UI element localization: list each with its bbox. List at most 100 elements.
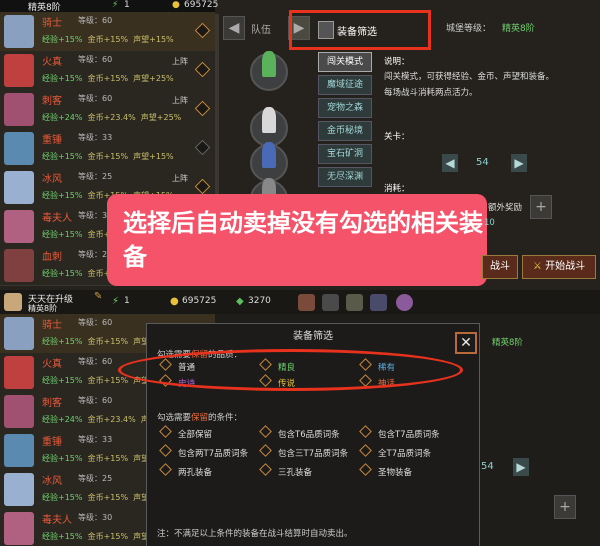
mode-button[interactable]: 魔域征途: [318, 75, 372, 95]
hero-name: 骑士: [42, 18, 62, 29]
condition-option[interactable]: 两孔装备: [159, 463, 212, 478]
filter-icon[interactable]: [370, 294, 387, 311]
top-header-bar: 精英8阶 ⚡ 1 ● 695725: [0, 0, 219, 13]
mode-button[interactable]: 金币秘境: [318, 121, 372, 141]
extra-reward-label: 额外奖励: [488, 203, 523, 213]
castle-level-value: 精英8阶: [492, 338, 523, 348]
team-tab[interactable]: 队伍: [251, 21, 271, 36]
checkbox-diamond-icon: [159, 425, 172, 438]
checkbox-diamond-icon: [359, 425, 372, 438]
team-slot[interactable]: [250, 142, 288, 182]
hero-status: 上阵: [172, 57, 188, 66]
color-wheel-icon[interactable]: [396, 294, 413, 311]
hero-level: 等级：60: [78, 318, 113, 327]
hero-portrait: [4, 54, 34, 87]
gold-coin-icon: ●: [172, 0, 180, 10]
back-nav-button[interactable]: ◀: [223, 16, 245, 40]
hero-portrait: [4, 249, 34, 282]
mode-button[interactable]: 宠物之森: [318, 98, 372, 118]
gold-count: 695725: [184, 0, 219, 10]
hero-portrait: [4, 171, 34, 204]
hero-status: 上阵: [172, 96, 188, 105]
hero-row[interactable]: 骑士 等级：60 经验+15% 金币+15% 声望+15%: [0, 12, 215, 52]
condition-option[interactable]: 包含两T7品质词条: [159, 444, 248, 459]
checkbox-diamond-icon: [259, 444, 272, 457]
consume-value: 10: [484, 218, 495, 228]
condition-option[interactable]: 全T7品质词条: [359, 444, 431, 459]
hero-portrait: [4, 434, 34, 467]
hero-row[interactable]: 刺客 等级：60 经验+24% 金币+23.4% 声望+25% 上阵: [0, 90, 215, 130]
deploy-toggle[interactable]: [194, 22, 211, 39]
mode-button[interactable]: 无尽深渊: [318, 167, 372, 187]
hero-name: 毒夫人: [42, 515, 72, 526]
condition-option[interactable]: 三孔装备: [259, 463, 312, 478]
hero-level: 等级：25: [78, 474, 113, 483]
hero-portrait: [4, 93, 34, 126]
checkbox-diamond-icon: [259, 425, 272, 438]
condition-option[interactable]: 全部保留: [159, 425, 212, 440]
chest-icon[interactable]: [346, 294, 363, 311]
stage-next-button[interactable]: ▶: [511, 154, 527, 172]
hero-level: 等级：60: [78, 396, 113, 405]
condition-option[interactable]: 包含T7品质词条: [359, 425, 440, 440]
deploy-toggle[interactable]: [194, 139, 211, 156]
mail-icon[interactable]: [322, 294, 339, 311]
hero-level: 等级：33: [78, 435, 113, 444]
hero-level: 等级：25: [78, 172, 113, 181]
gold-coin-icon: ●: [170, 296, 179, 307]
hero-level: 等级：60: [78, 16, 113, 25]
equipment-filter-label: 装备筛选: [337, 27, 377, 38]
description-line-2: 每场战斗消耗两点活力。: [384, 88, 478, 98]
gem-count: 3270: [248, 296, 271, 306]
checkbox-diamond-icon: [359, 444, 372, 457]
deploy-toggle[interactable]: [194, 61, 211, 78]
hero-name: 刺客: [42, 96, 62, 107]
hero-level: 等级：33: [78, 133, 113, 142]
condition-option[interactable]: 圣物装备: [359, 463, 412, 478]
hero-row[interactable]: 火真 等级：60 经验+15% 金币+15% 声望+25% 上阵: [0, 51, 215, 91]
deploy-toggle[interactable]: [194, 178, 211, 195]
filter-icon: [318, 21, 334, 39]
quality-highlight-ellipse: [118, 349, 463, 391]
annotation-banner: 选择后自动卖掉没有勾选的相关装备: [107, 194, 487, 286]
checkbox-diamond-icon: [159, 463, 172, 476]
equipment-filter-button[interactable]: 装备筛选: [289, 10, 431, 50]
mode-button[interactable]: 宝石矿洞: [318, 144, 372, 164]
hero-name: 毒夫人: [42, 213, 72, 224]
stage-value: 54: [476, 157, 489, 168]
consume-label: 消耗：: [384, 184, 410, 194]
hero-level: 等级：60: [78, 55, 113, 64]
hero-stats: 经验+15% 金币+15% 声望+15%: [42, 152, 174, 161]
gold-count: 695725: [182, 296, 217, 306]
hero-portrait: [4, 356, 34, 389]
castle-level-value: 精英8阶: [502, 24, 535, 34]
hero-level: 等级：60: [78, 94, 113, 103]
hero-portrait: [4, 132, 34, 165]
checkbox-diamond-icon: [259, 463, 272, 476]
team-slot[interactable]: [250, 51, 288, 91]
avatar[interactable]: [4, 293, 22, 311]
battle-button[interactable]: 战斗: [482, 255, 518, 279]
stage-prev-button[interactable]: ◀: [442, 154, 458, 172]
hero-name: 火真: [42, 57, 62, 68]
condition-option[interactable]: 包含三T7品质词条: [259, 444, 348, 459]
stage-next-button[interactable]: ▶: [513, 458, 529, 476]
deploy-toggle[interactable]: [194, 100, 211, 117]
hero-name: 火真: [42, 359, 62, 370]
hero-portrait: [4, 395, 34, 428]
condition-option[interactable]: 包含T6品质词条: [259, 425, 340, 440]
close-button[interactable]: ✕: [455, 332, 477, 354]
bottom-header-bar: 天天在升级 ✎ 精英8阶 ⚡ 1 ● 695725 ◆ 3270: [0, 290, 600, 314]
start-battle-button[interactable]: ⚔ 开始战斗: [522, 255, 596, 279]
reward-plus-button[interactable]: +: [554, 495, 576, 519]
gem-icon: ◆: [236, 296, 244, 307]
description-label: 说明：: [384, 57, 410, 67]
annotation-text: 选择后自动卖掉没有勾选的相关装备: [123, 209, 483, 271]
shop-icon[interactable]: [298, 294, 315, 311]
mode-button[interactable]: 闯关模式: [318, 52, 372, 72]
player-level: 精英8阶: [28, 304, 58, 313]
reward-plus-button[interactable]: +: [530, 195, 552, 219]
hero-row[interactable]: 重锤 等级：33 经验+15% 金币+15% 声望+15%: [0, 129, 215, 169]
hero-portrait: [4, 317, 34, 350]
edit-name-icon[interactable]: ✎: [94, 291, 102, 302]
